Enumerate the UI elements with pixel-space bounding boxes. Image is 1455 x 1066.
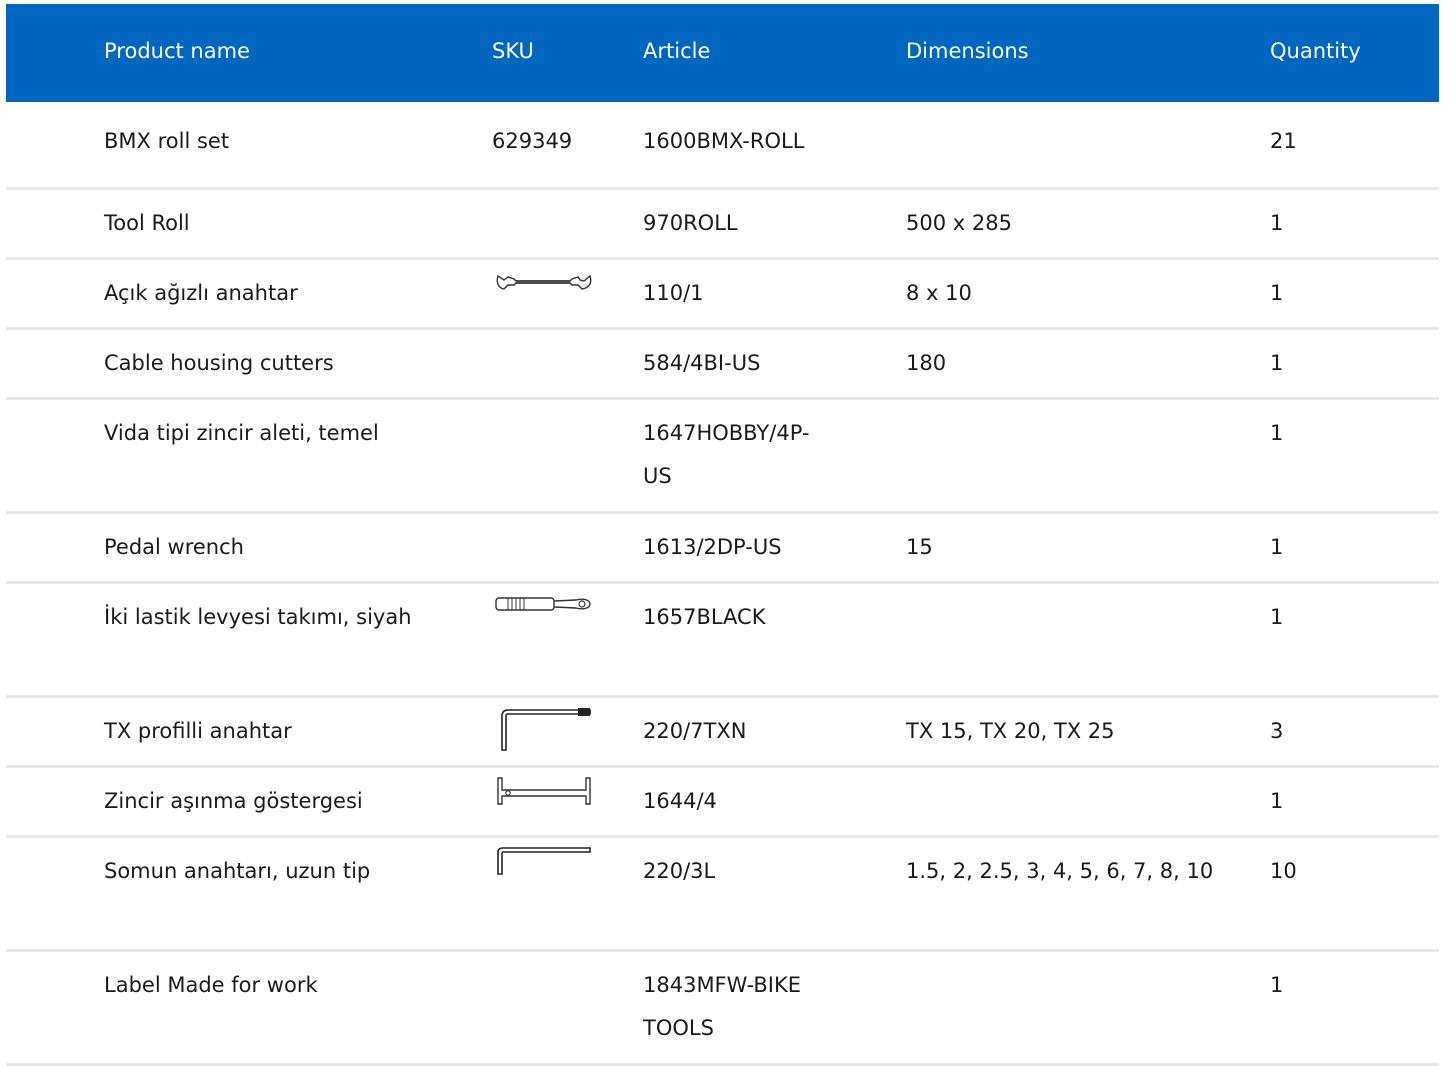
table-row: Cable housing cutters 584/4BI-US 180 1 — [6, 330, 1439, 400]
cell-product-name: Cable housing cutters — [104, 351, 334, 375]
cell-article: 1600BMX-ROLL — [643, 129, 805, 153]
table-row: TX profilli anahtar 220/7TXN TX 15, TX 2… — [6, 698, 1439, 768]
table-header: Product name SKU Article Dimensions Quan… — [6, 4, 1439, 102]
cell-dimensions: TX 15, TX 20, TX 25 — [906, 719, 1115, 743]
table-row: BMX roll set 629349 1600BMX-ROLL 21 — [6, 102, 1439, 190]
cell-product-name: Vida tipi zincir aleti, temel — [104, 421, 379, 445]
cell-article: 584/4BI-US — [643, 351, 761, 375]
open-end-wrench-icon — [494, 268, 594, 300]
cell-quantity: 10 — [1270, 859, 1297, 883]
cell-article: 1657BLACK — [643, 605, 766, 629]
cell-dimensions: 180 — [906, 351, 947, 375]
cell-quantity: 1 — [1270, 211, 1284, 235]
table-row: İki lastik levyesi takımı, siyah 1657BLA… — [6, 584, 1439, 698]
cell-dimensions: 8 x 10 — [906, 281, 972, 305]
torx-key-icon — [494, 706, 594, 756]
tire-lever-icon — [494, 592, 594, 620]
cell-product-name: BMX roll set — [104, 129, 230, 153]
cell-product-name: Label Made for work — [104, 973, 318, 997]
header-product-name[interactable]: Product name — [104, 38, 250, 64]
cell-quantity: 3 — [1270, 719, 1284, 743]
cell-sku: 629349 — [492, 129, 573, 153]
cell-quantity: 1 — [1270, 421, 1284, 445]
table-row: Zincir aşınma göstergesi 1644/4 1 — [6, 768, 1439, 838]
header-sku[interactable]: SKU — [492, 38, 534, 64]
header-article[interactable]: Article — [643, 38, 710, 64]
cell-dimensions: 1.5, 2, 2.5, 3, 4, 5, 6, 7, 8, 10 — [906, 859, 1214, 883]
header-quantity[interactable]: Quantity — [1270, 38, 1361, 64]
table-row: Tool Roll 970ROLL 500 x 285 1 — [6, 190, 1439, 260]
cell-product-name: Tool Roll — [104, 211, 190, 235]
cell-product-name: Pedal wrench — [104, 535, 244, 559]
table-row: Label Made for work 1843MFW-BIKE TOOLS 1 — [6, 952, 1439, 1066]
cell-article: 1647HOBBY/4P-US — [643, 421, 810, 488]
cell-article: 220/3L — [643, 859, 716, 883]
cell-quantity: 21 — [1270, 129, 1297, 153]
table-row: Vida tipi zincir aleti, temel 1647HOBBY/… — [6, 400, 1439, 514]
cell-quantity: 1 — [1270, 973, 1284, 997]
cell-dimensions: 500 x 285 — [906, 211, 1012, 235]
table-row: Pedal wrench 1613/2DP-US 15 1 — [6, 514, 1439, 584]
cell-quantity: 1 — [1270, 605, 1284, 629]
cell-article: 110/1 — [643, 281, 704, 305]
chain-wear-gauge-icon — [494, 776, 594, 810]
cell-article: 1843MFW-BIKE TOOLS — [643, 973, 802, 1040]
cell-article: 1644/4 — [643, 789, 717, 813]
cell-article: 1613/2DP-US — [643, 535, 782, 559]
product-table: Product name SKU Article Dimensions Quan… — [6, 4, 1439, 1066]
cell-product-name: TX profilli anahtar — [104, 719, 292, 743]
cell-product-name: Zincir aşınma göstergesi — [104, 789, 363, 813]
cell-product-name: Somun anahtarı, uzun tip — [104, 859, 371, 883]
cell-quantity: 1 — [1270, 789, 1284, 813]
cell-product-name: Açık ağızlı anahtar — [104, 281, 298, 305]
header-dimensions[interactable]: Dimensions — [906, 38, 1029, 64]
cell-article: 220/7TXN — [643, 719, 747, 743]
table-row: Açık ağızlı anahtar 110/1 8 x 10 1 — [6, 260, 1439, 330]
hex-key-icon — [494, 846, 594, 880]
cell-product-name: İki lastik levyesi takımı, siyah — [104, 605, 412, 629]
cell-dimensions: 15 — [906, 535, 933, 559]
cell-quantity: 1 — [1270, 281, 1284, 305]
table-row: Somun anahtarı, uzun tip 220/3L 1.5, 2, … — [6, 838, 1439, 952]
cell-quantity: 1 — [1270, 351, 1284, 375]
cell-article: 970ROLL — [643, 211, 738, 235]
cell-quantity: 1 — [1270, 535, 1284, 559]
